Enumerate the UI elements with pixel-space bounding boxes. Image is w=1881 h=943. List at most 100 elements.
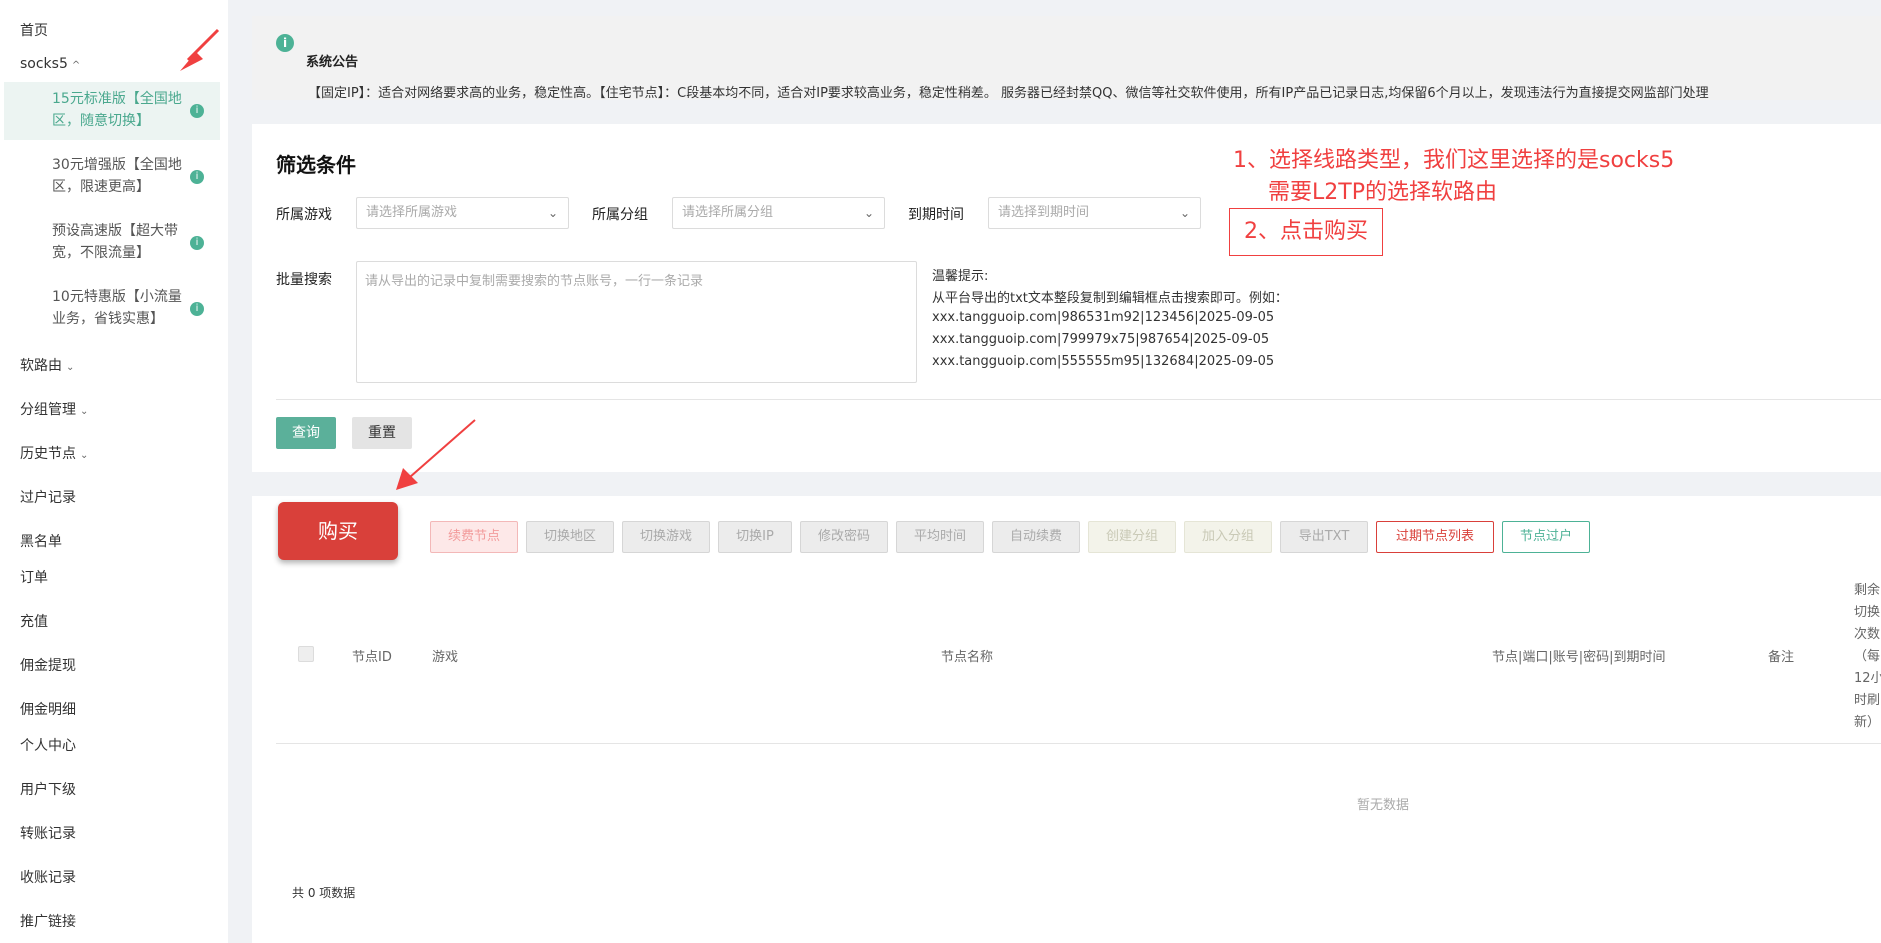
reset-button[interactable]: 重置 bbox=[352, 417, 412, 449]
column-header-name: 节点名称 bbox=[941, 650, 994, 665]
expire-select[interactable]: 请选择到期时间 ⌄ bbox=[988, 197, 1201, 229]
sidebar-item-label: 软路由 bbox=[20, 358, 62, 374]
batch-search-textarea[interactable]: 请从导出的记录中复制需要搜索的节点账号，一行一条记录 bbox=[356, 261, 917, 383]
sidebar-item-label: 佣金明细 bbox=[20, 702, 76, 718]
switch-ip-button[interactable]: 切换IP bbox=[718, 521, 792, 553]
batch-search-placeholder: 请从导出的记录中复制需要搜索的节点账号，一行一条记录 bbox=[365, 274, 704, 289]
sidebar-item-label: 黑名单 bbox=[20, 534, 62, 550]
sidebar-subitem-standard[interactable]: 15元标准版【全国地区，随意切换】 i bbox=[4, 82, 220, 140]
sidebar-subitem-label: 预设高速版【超大带宽，不限流量】 bbox=[52, 223, 178, 261]
sidebar-item-recharge[interactable]: 充值 bbox=[20, 611, 48, 631]
info-icon[interactable]: i bbox=[190, 170, 204, 184]
header-line: 12小 bbox=[1854, 671, 1881, 686]
chevron-up-icon: ^ bbox=[71, 60, 81, 71]
node-transfer-button[interactable]: 节点过户 bbox=[1502, 521, 1590, 553]
info-icon: i bbox=[276, 34, 294, 52]
sidebar-item-label: 首页 bbox=[20, 23, 48, 39]
game-label: 所属游戏 bbox=[276, 207, 332, 223]
header-line: 新） bbox=[1854, 715, 1881, 730]
sidebar-item-socks5[interactable]: socks5 ^ bbox=[20, 56, 80, 72]
chevron-down-icon: ⌄ bbox=[547, 206, 558, 220]
select-all-checkbox[interactable] bbox=[298, 646, 314, 662]
system-notice: i 系统公告 【固定IP】：适合对网络要求高的业务，稳定性高。【住宅节点】：C段… bbox=[252, 16, 1881, 101]
buy-button[interactable]: 购买 bbox=[278, 502, 398, 560]
sidebar-item-receipt-log[interactable]: 收账记录 bbox=[20, 867, 76, 887]
column-header-info: 节点|端口|账号|密码|到期时间 bbox=[1492, 650, 1666, 665]
batch-search-label: 批量搜索 bbox=[276, 272, 332, 288]
divider bbox=[276, 399, 1881, 400]
chevron-down-icon: ⌄ bbox=[80, 450, 89, 461]
expire-select-placeholder: 请选择到期时间 bbox=[998, 205, 1090, 220]
annotation-step2: 2、点击购买 bbox=[1229, 208, 1383, 256]
sidebar-item-commission-detail[interactable]: 佣金明细 bbox=[20, 699, 76, 719]
game-select-placeholder: 请选择所属游戏 bbox=[366, 205, 458, 220]
sidebar-item-label: 转账记录 bbox=[20, 826, 76, 842]
column-header-game: 游戏 bbox=[432, 650, 459, 665]
header-line: 剩余 bbox=[1854, 583, 1881, 598]
header-line: 切换 bbox=[1854, 605, 1881, 620]
join-group-button[interactable]: 加入分组 bbox=[1184, 521, 1272, 553]
sidebar-subitem-label: 30元增强版【全国地区，限速更高】 bbox=[52, 157, 182, 195]
sidebar-subitem-enhanced[interactable]: 30元增强版【全国地区，限速更高】 i bbox=[4, 148, 220, 206]
group-select[interactable]: 请选择所属分组 ⌄ bbox=[672, 197, 885, 229]
header-line: （每 bbox=[1854, 649, 1881, 664]
sidebar-item-label: socks5 bbox=[20, 56, 68, 72]
sidebar-item-subordinates[interactable]: 用户下级 bbox=[20, 779, 76, 799]
sidebar-item-label: 分组管理 bbox=[20, 402, 76, 418]
switch-region-button[interactable]: 切换地区 bbox=[526, 521, 614, 553]
sidebar-item-transfer-records[interactable]: 过户记录 bbox=[20, 487, 76, 507]
export-txt-button[interactable]: 导出TXT bbox=[1280, 521, 1368, 553]
sidebar-subitem-label: 10元特惠版【小流量业务，省钱实惠】 bbox=[52, 289, 182, 327]
sidebar-item-transfer-log[interactable]: 转账记录 bbox=[20, 823, 76, 843]
annotation-step1: 1、选择线路类型，我们这里选择的是socks5 bbox=[1233, 148, 1675, 173]
hint-example: xxx.tangguoip.com|799979x75|987654|2025-… bbox=[932, 332, 1270, 347]
sidebar-item-home[interactable]: 首页 bbox=[20, 20, 48, 40]
total-count: 共 0 项数据 bbox=[292, 886, 356, 900]
sidebar-item-label: 推广链接 bbox=[20, 914, 76, 930]
sidebar-subitem-highspeed[interactable]: 预设高速版【超大带宽，不限流量】 i bbox=[4, 214, 220, 272]
average-time-button[interactable]: 平均时间 bbox=[896, 521, 984, 553]
auto-renew-button[interactable]: 自动续费 bbox=[992, 521, 1080, 553]
hint-example: xxx.tangguoip.com|986531m92|123456|2025-… bbox=[932, 310, 1275, 325]
empty-state: 暂无数据 bbox=[1357, 798, 1410, 813]
query-button[interactable]: 查询 bbox=[276, 417, 336, 449]
sidebar-item-history-nodes[interactable]: 历史节点 ⌄ bbox=[20, 443, 88, 463]
renew-node-button[interactable]: 续费节点 bbox=[430, 521, 518, 553]
game-select[interactable]: 请选择所属游戏 ⌄ bbox=[356, 197, 569, 229]
info-icon[interactable]: i bbox=[190, 104, 204, 118]
hint-title: 温馨提示: bbox=[932, 269, 989, 284]
hint-line: 从平台导出的txt文本整段复制到编辑框点击搜索即可。例如： bbox=[932, 291, 1288, 306]
sidebar-item-label: 收账记录 bbox=[20, 870, 76, 886]
group-select-placeholder: 请选择所属分组 bbox=[682, 205, 774, 220]
switch-game-button[interactable]: 切换游戏 bbox=[622, 521, 710, 553]
sidebar-item-commission-withdraw[interactable]: 佣金提现 bbox=[20, 655, 76, 675]
column-header-id: 节点ID bbox=[352, 650, 392, 665]
sidebar-item-promo-link[interactable]: 推广链接 bbox=[20, 911, 76, 931]
chevron-down-icon: ⌄ bbox=[66, 362, 75, 373]
sidebar-item-label: 佣金提现 bbox=[20, 658, 76, 674]
info-icon[interactable]: i bbox=[190, 302, 204, 316]
sidebar-item-group-manage[interactable]: 分组管理 ⌄ bbox=[20, 399, 88, 419]
info-icon[interactable]: i bbox=[190, 236, 204, 250]
sidebar-item-orders[interactable]: 订单 bbox=[20, 567, 48, 587]
create-group-button[interactable]: 创建分组 bbox=[1088, 521, 1176, 553]
sidebar-item-blacklist[interactable]: 黑名单 bbox=[20, 531, 62, 551]
group-label: 所属分组 bbox=[592, 207, 648, 223]
sidebar-item-label: 个人中心 bbox=[20, 738, 76, 754]
node-table-panel: 购买 续费节点 切换地区 切换游戏 切换IP 修改密码 平均时间 自动续费 创建… bbox=[252, 496, 1881, 943]
sidebar-item-label: 历史节点 bbox=[20, 446, 76, 462]
chevron-down-icon: ⌄ bbox=[1179, 206, 1190, 220]
column-header-remaining: 剩余 切换 次数 （每 12小 时刷 新） bbox=[1854, 580, 1881, 734]
column-header-remark: 备注 bbox=[1768, 650, 1795, 665]
expire-label: 到期时间 bbox=[908, 207, 964, 223]
change-password-button[interactable]: 修改密码 bbox=[800, 521, 888, 553]
filter-title: 筛选条件 bbox=[276, 153, 356, 177]
notice-title: 系统公告 bbox=[306, 55, 359, 70]
sidebar-item-soft-router[interactable]: 软路由 ⌄ bbox=[20, 355, 74, 375]
hint-example: xxx.tangguoip.com|555555m95|132684|2025-… bbox=[932, 354, 1275, 369]
sidebar-item-profile[interactable]: 个人中心 bbox=[20, 735, 76, 755]
expired-nodes-button[interactable]: 过期节点列表 bbox=[1376, 521, 1494, 553]
sidebar-subitem-discount[interactable]: 10元特惠版【小流量业务，省钱实惠】 i bbox=[4, 280, 220, 338]
annotation-step1-note: 需要L2TP的选择软路由 bbox=[1268, 180, 1497, 205]
notice-text: 【固定IP】：适合对网络要求高的业务，稳定性高。【住宅节点】：C段基本均不同，适… bbox=[308, 86, 1709, 101]
